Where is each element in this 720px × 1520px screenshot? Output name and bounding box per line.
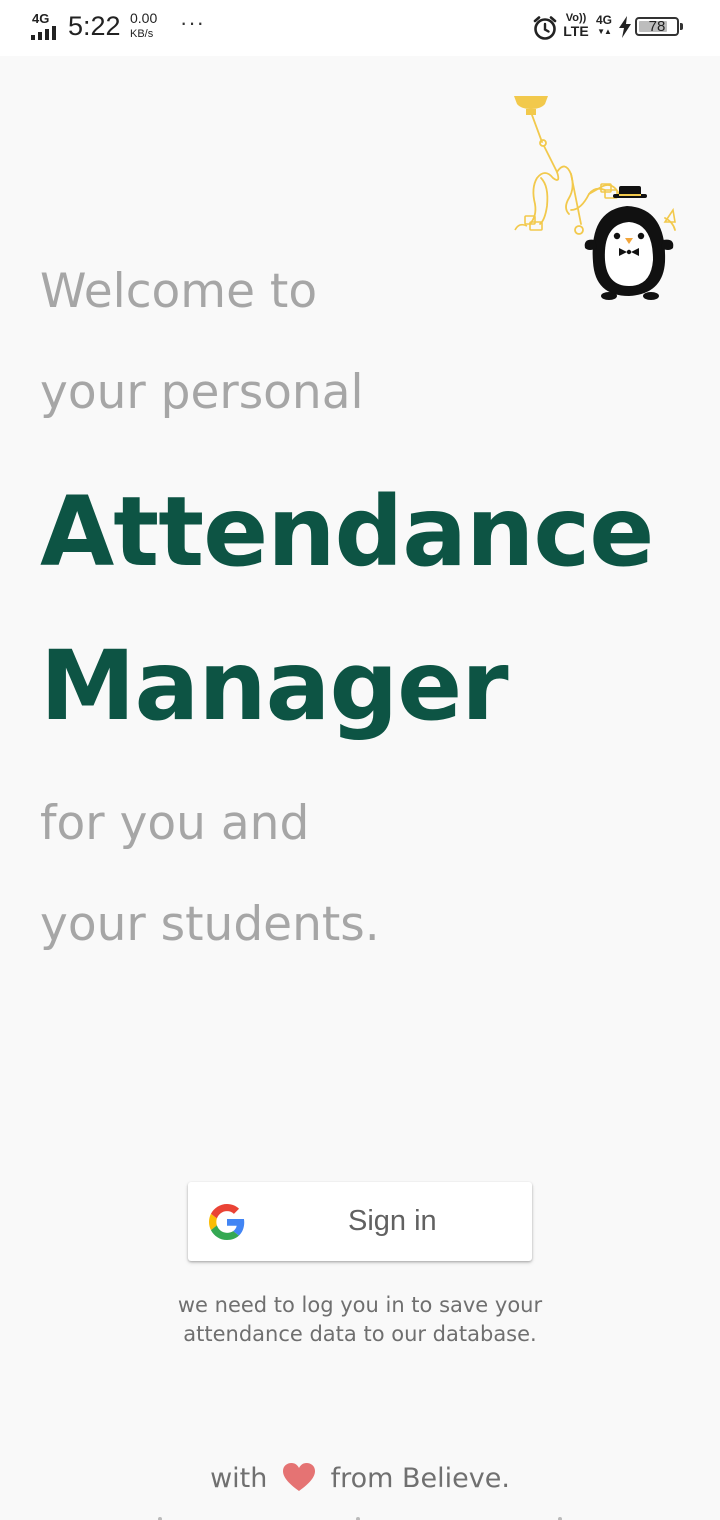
- network-type-label: 4G: [32, 11, 50, 26]
- sign-in-label: Sign in: [348, 1205, 437, 1237]
- welcome-line-2: your personal: [40, 365, 364, 420]
- volte-indicator: Vo)) LTE: [562, 12, 590, 40]
- signal-icon: [31, 26, 56, 40]
- network-speed-unit: KB/s: [130, 28, 154, 40]
- app-title-line-2: Manager: [40, 630, 509, 742]
- footer-credit: with from Believe.: [0, 1462, 720, 1494]
- more-notifications-icon: ···: [180, 10, 205, 35]
- status-bar: 4G 5:22 0.00 KB/s ··· Vo)) LTE 4G ▼▲ 78: [0, 0, 720, 56]
- network-speed-value: 0.00: [130, 10, 158, 26]
- battery-tip: [680, 23, 683, 30]
- battery-icon: 78: [635, 17, 683, 36]
- charging-icon: [619, 16, 631, 38]
- decorative-dots: [158, 1517, 562, 1520]
- google-icon: [209, 1204, 245, 1240]
- footer-suffix: from Believe.: [330, 1463, 510, 1494]
- signal-indicator: 4G: [31, 11, 63, 40]
- data-indicator: 4G ▼▲: [596, 14, 612, 38]
- tagline-line-2: your students.: [40, 897, 380, 952]
- heart-icon: [282, 1463, 315, 1491]
- data-arrows-icon: ▼▲: [597, 27, 612, 36]
- google-sign-in-button[interactable]: Sign in: [188, 1182, 532, 1261]
- penguin-mascot-illustration: [514, 96, 676, 300]
- data-type-label: 4G: [596, 13, 613, 27]
- network-speed: 0.00 KB/s: [130, 11, 170, 40]
- sign-in-explanation: we need to log you in to save your atten…: [177, 1293, 543, 1346]
- welcome-screen: 4G 5:22 0.00 KB/s ··· Vo)) LTE 4G ▼▲ 78 …: [0, 0, 720, 1520]
- app-title-line-1: Attendance: [40, 476, 654, 588]
- footer-prefix: with: [210, 1463, 268, 1494]
- battery-level: 78: [648, 18, 666, 35]
- tagline-line-1: for you and: [40, 796, 310, 851]
- alarm-icon: [533, 16, 557, 40]
- welcome-line-1: Welcome to: [40, 264, 318, 319]
- clock: 5:22: [68, 11, 121, 41]
- volte-bottom-label: LTE: [563, 23, 589, 39]
